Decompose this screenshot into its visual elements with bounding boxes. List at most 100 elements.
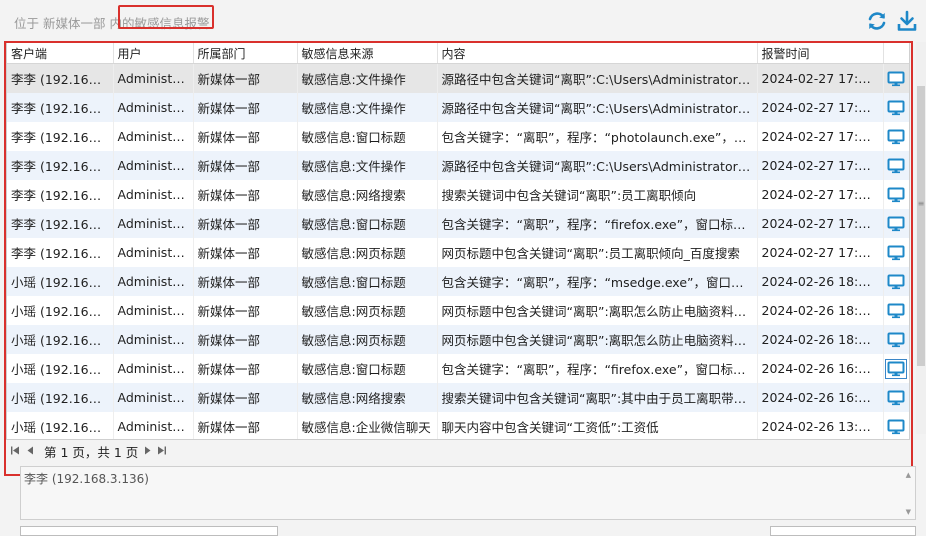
cell-source: 敏感信息:文件操作 xyxy=(297,151,438,180)
cell-alert-time: 2024-02-26 13:40:44 xyxy=(757,412,884,439)
cell-alert-time: 2024-02-27 17:14:21 xyxy=(757,122,884,151)
cell-client: 李李 (192.168.3.136) xyxy=(7,180,114,209)
table-row[interactable]: 李李 (192.168.3.136)Administrator新媒体一部敏感信息… xyxy=(7,151,909,180)
cell-department: 新媒体一部 xyxy=(193,383,298,412)
cell-alert-time: 2024-02-27 17:12:19 xyxy=(757,180,884,209)
monitor-icon[interactable] xyxy=(887,419,905,435)
cell-department: 新媒体一部 xyxy=(193,238,298,267)
cell-action xyxy=(883,93,909,122)
table-row[interactable]: 李李 (192.168.3.136)Administrator新媒体一部敏感信息… xyxy=(7,93,909,122)
cell-source: 敏感信息:网页标题 xyxy=(297,238,438,267)
cell-action xyxy=(883,383,909,412)
cell-alert-time: 2024-02-27 17:19:24 xyxy=(757,93,884,122)
cell-content: 网页标题中包含关键词“离职”:员工离职倾向_百度搜索 xyxy=(437,238,758,267)
first-page-icon[interactable] xyxy=(10,445,21,456)
table-row[interactable]: 小瑶 (192.168.3.120)Administrator新媒体一部敏感信息… xyxy=(7,325,909,354)
table-row[interactable]: 小瑶 (192.168.3.120)Administrator新媒体一部敏感信息… xyxy=(7,354,909,383)
monitor-icon[interactable] xyxy=(887,390,905,406)
table-row[interactable]: 李李 (192.168.3.136)Administrator新媒体一部敏感信息… xyxy=(7,180,909,209)
monitor-icon[interactable] xyxy=(887,245,905,261)
cell-department: 新媒体一部 xyxy=(193,63,298,93)
monitor-icon[interactable] xyxy=(887,216,905,232)
monitor-icon[interactable] xyxy=(887,187,905,203)
scrollbar-thumb[interactable] xyxy=(917,86,925,366)
column-header-department[interactable]: 所属部门 xyxy=(193,43,298,64)
table-row[interactable]: 小瑶 (192.168.3.120)Administrator新媒体一部敏感信息… xyxy=(7,412,909,439)
monitor-icon[interactable] xyxy=(887,158,905,174)
cell-alert-time: 2024-02-27 17:12:09 xyxy=(757,209,884,238)
cell-content: 包含关键字：“离职”，程序：“firefox.exe”，窗口标题：离职 xyxy=(437,354,758,383)
bottom-right-field[interactable] xyxy=(770,526,916,536)
monitor-icon[interactable] xyxy=(887,71,905,87)
column-header-source[interactable]: 敏感信息来源 xyxy=(297,43,438,64)
prev-page-icon[interactable] xyxy=(25,445,36,456)
cell-client: 小瑶 (192.168.3.120) xyxy=(7,354,114,383)
detail-panel[interactable]: 李李 (192.168.3.136) ▲ ▼ xyxy=(20,466,916,520)
cell-source: 敏感信息:窗口标题 xyxy=(297,267,438,296)
cell-department: 新媒体一部 xyxy=(193,122,298,151)
column-header-user[interactable]: 用户 xyxy=(113,43,194,64)
monitor-icon[interactable] xyxy=(887,100,905,116)
cell-department: 新媒体一部 xyxy=(193,267,298,296)
cell-source: 敏感信息:网络搜索 xyxy=(297,383,438,412)
cell-alert-time: 2024-02-26 18:10:32 xyxy=(757,325,884,354)
column-header-content[interactable]: 内容 xyxy=(437,43,758,64)
cell-content: 包含关键字：“离职”，程序：“msedge.exe”，窗口标题：离职 xyxy=(437,267,758,296)
monitor-icon[interactable] xyxy=(887,303,905,319)
cell-department: 新媒体一部 xyxy=(193,180,298,209)
cell-user: Administrator xyxy=(113,354,194,383)
monitor-icon[interactable] xyxy=(885,358,908,379)
bottom-left-field[interactable] xyxy=(20,526,278,536)
cell-user: Administrator xyxy=(113,93,194,122)
cell-source: 敏感信息:窗口标题 xyxy=(297,209,438,238)
last-page-icon[interactable] xyxy=(156,445,167,456)
cell-department: 新媒体一部 xyxy=(193,325,298,354)
table-body: 李李 (192.168.3.136)Administrator新媒体一部敏感信息… xyxy=(7,63,909,439)
cell-user: Administrator xyxy=(113,238,194,267)
cell-user: Administrator xyxy=(113,63,194,93)
cell-user: Administrator xyxy=(113,383,194,412)
cell-user: Administrator xyxy=(113,267,194,296)
cell-source: 敏感信息:网页标题 xyxy=(297,325,438,354)
refresh-icon[interactable] xyxy=(866,10,888,32)
next-page-icon[interactable] xyxy=(142,445,153,456)
vertical-scrollbar[interactable]: ≡ xyxy=(916,42,926,434)
table-row[interactable]: 李李 (192.168.3.136)Administrator新媒体一部敏感信息… xyxy=(7,122,909,151)
monitor-icon[interactable] xyxy=(887,274,905,290)
cell-source: 敏感信息:文件操作 xyxy=(297,63,438,93)
detail-text: 李李 (192.168.3.136) xyxy=(24,472,149,486)
table-row[interactable]: 李李 (192.168.3.136)Administrator新媒体一部敏感信息… xyxy=(7,63,909,93)
column-header-client[interactable]: 客户端 xyxy=(7,43,114,64)
monitor-icon[interactable] xyxy=(887,129,905,145)
detail-scroll-down-icon[interactable]: ▼ xyxy=(906,508,911,516)
cell-action xyxy=(883,209,909,238)
cell-content: 网页标题中包含关键词“离职”:离职怎么防止电脑资料被带走 xyxy=(437,296,758,325)
cell-user: Administrator xyxy=(113,412,194,439)
cell-client: 李李 (192.168.3.136) xyxy=(7,122,114,151)
cell-user: Administrator xyxy=(113,325,194,354)
cell-user: Administrator xyxy=(113,209,194,238)
table-row[interactable]: 小瑶 (192.168.3.120)Administrator新媒体一部敏感信息… xyxy=(7,296,909,325)
column-header-alert-time[interactable]: 报警时间 xyxy=(757,43,884,64)
cell-action xyxy=(883,122,909,151)
cell-action xyxy=(883,180,909,209)
monitor-icon[interactable] xyxy=(887,332,905,348)
pagination-bar: 第 1 页，共 1 页 xyxy=(6,440,910,462)
cell-alert-time: 2024-02-27 17:14:15 xyxy=(757,151,884,180)
cell-action xyxy=(883,325,909,354)
alert-table-container: 客户端 用户 所属部门 敏感信息来源 内容 报警时间 李李 (192.168.3… xyxy=(6,42,910,440)
page-indicator: 第 1 页，共 1 页 xyxy=(44,445,139,460)
cell-user: Administrator xyxy=(113,180,194,209)
scrollbar-grip-icon: ≡ xyxy=(917,199,925,208)
cell-client: 小瑶 (192.168.3.120) xyxy=(7,296,114,325)
cell-user: Administrator xyxy=(113,296,194,325)
cell-content: 源路径中包含关键词“离职”:C:\Users\Administrator\Des… xyxy=(437,151,758,180)
cell-alert-time: 2024-02-26 16:44:44 xyxy=(757,383,884,412)
table-row[interactable]: 小瑶 (192.168.3.120)Administrator新媒体一部敏感信息… xyxy=(7,383,909,412)
download-icon[interactable] xyxy=(896,10,918,32)
cell-department: 新媒体一部 xyxy=(193,412,298,439)
table-row[interactable]: 李李 (192.168.3.136)Administrator新媒体一部敏感信息… xyxy=(7,238,909,267)
detail-scroll-up-icon[interactable]: ▲ xyxy=(906,471,911,479)
table-row[interactable]: 李李 (192.168.3.136)Administrator新媒体一部敏感信息… xyxy=(7,209,909,238)
table-row[interactable]: 小瑶 (192.168.3.120)Administrator新媒体一部敏感信息… xyxy=(7,267,909,296)
